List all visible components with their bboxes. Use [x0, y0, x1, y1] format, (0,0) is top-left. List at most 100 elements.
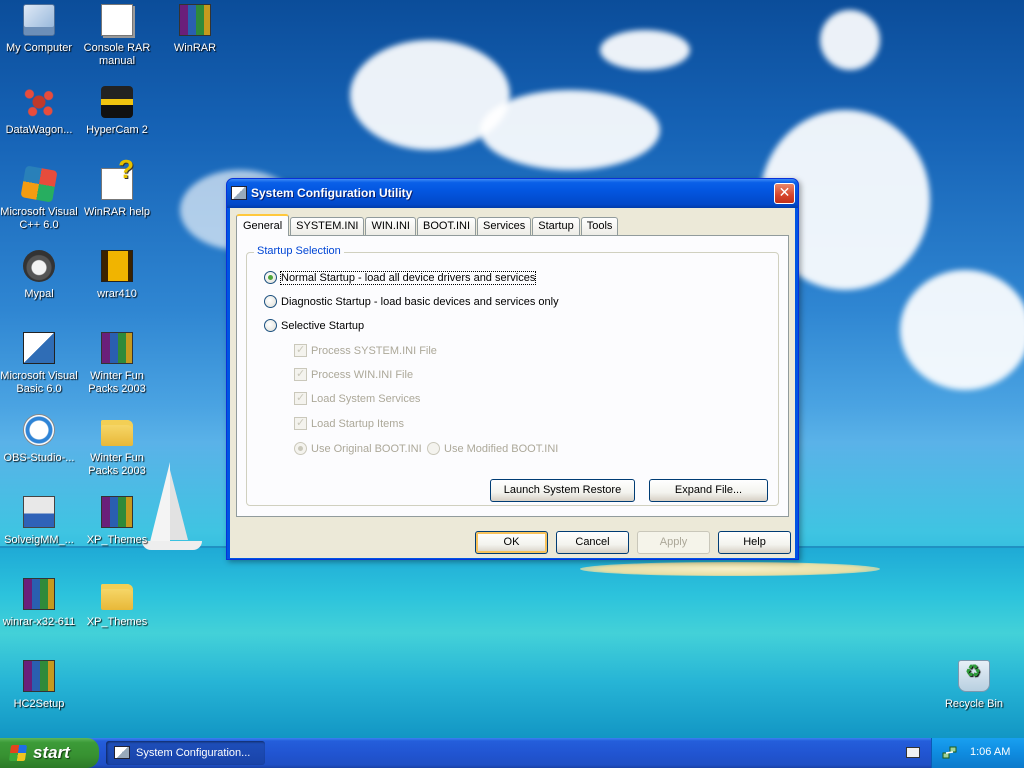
tab-boot-ini[interactable]: BOOT.INI	[416, 217, 477, 236]
diagnostic-startup-radio[interactable]	[264, 295, 277, 308]
desktop-icon-label: My Computer	[5, 42, 73, 54]
desktop-icon-label: XP_Themes	[86, 534, 148, 546]
book-icon	[101, 250, 133, 282]
windows-logo-icon	[8, 745, 28, 761]
tab-services[interactable]: Services	[477, 217, 532, 236]
load-startup-items-checkbox	[294, 416, 307, 430]
winrar-archive-icon	[101, 332, 133, 364]
use-modified-boot-ini-label: Use Modified BOOT.INI	[444, 442, 559, 455]
system-configuration-window[interactable]: System Configuration Utility ✕ General S…	[226, 178, 799, 560]
use-original-boot-ini-radio	[294, 442, 307, 455]
desktop-icon-label: HC2Setup	[13, 698, 65, 710]
window-titlebar[interactable]: System Configuration Utility ✕	[227, 179, 798, 208]
process-win-ini-option: Process WIN.INI File	[294, 367, 414, 381]
desktop-icon-xp-themes-archive[interactable]: XP_Themes	[78, 496, 156, 547]
desktop-icon-wrar410[interactable]: wrar410	[78, 250, 156, 301]
desktop-icon-label: OBS-Studio-...	[3, 452, 75, 464]
desktop-icon-label: winrar-x32-611	[2, 616, 76, 628]
msconfig-app-icon	[231, 186, 247, 200]
text-document-icon	[101, 4, 133, 36]
help-file-icon	[101, 163, 134, 200]
wallpaper-sandbar	[580, 562, 880, 576]
desktop-icon-visual-basic[interactable]: Microsoft Visual Basic 6.0	[0, 332, 78, 396]
winrar-archive-icon	[23, 578, 55, 610]
tab-win-ini[interactable]: WIN.INI	[365, 217, 416, 236]
desktop-icon-winrar-help[interactable]: WinRAR help	[78, 163, 156, 219]
close-icon: ✕	[778, 185, 791, 201]
winrar-archive-icon	[101, 496, 133, 528]
process-system-ini-checkbox	[294, 343, 307, 357]
desktop-icon-recycle-bin[interactable]: Recycle Bin	[935, 660, 1013, 711]
process-win-ini-label: Process WIN.INI File	[311, 368, 414, 381]
desktop-icon-mypal[interactable]: Mypal	[0, 250, 78, 301]
desktop-icon-label: DataWagon...	[5, 124, 73, 136]
desktop-icon-obs-studio[interactable]: OBS-Studio-...	[0, 414, 78, 465]
selective-startup-radio[interactable]	[264, 319, 277, 332]
normal-startup-radio[interactable]	[264, 271, 277, 284]
camera-icon	[101, 86, 133, 118]
taskbar: start System Configuration... 1:06 AM	[0, 738, 1024, 768]
close-button[interactable]: ✕	[774, 183, 795, 204]
clock[interactable]: 1:06 AM	[970, 746, 1010, 758]
desktop-icon-label: Console RAR manual	[83, 42, 151, 67]
desktop-icon-winrar[interactable]: WinRAR	[156, 4, 234, 55]
setup-icon	[23, 660, 55, 692]
desktop-icon-hypercam[interactable]: HyperCam 2	[78, 86, 156, 137]
help-button[interactable]: Help	[718, 531, 791, 554]
startup-selection-title: Startup Selection	[254, 245, 344, 257]
desktop-icon-datawagon[interactable]: DataWagon...	[0, 86, 78, 137]
launch-system-restore-button[interactable]: Launch System Restore	[490, 479, 635, 502]
normal-startup-option[interactable]: Normal Startup - load all device drivers…	[264, 270, 537, 285]
visual-cpp-icon	[20, 165, 58, 203]
tab-general[interactable]: General	[236, 214, 290, 236]
desktop-icon-hc2setup[interactable]: HC2Setup	[0, 660, 78, 711]
taskbar-button-system-configuration[interactable]: System Configuration...	[106, 741, 265, 765]
desktop-icon-label: Mypal	[24, 288, 54, 300]
start-label: start	[33, 743, 70, 762]
selective-startup-option[interactable]: Selective Startup	[264, 319, 364, 332]
desktop-icon-winrar-x32[interactable]: winrar-x32-611	[0, 578, 78, 629]
load-system-services-checkbox	[294, 391, 307, 405]
apply-button[interactable]: Apply	[637, 531, 710, 554]
ok-button[interactable]: OK	[475, 531, 548, 554]
desktop-icon-xp-themes-folder[interactable]: XP_Themes	[78, 578, 156, 629]
desktop-icon-winter-fun-packs-archive[interactable]: Winter Fun Packs 2003	[78, 332, 156, 396]
normal-startup-label: Normal Startup - load all device drivers…	[279, 270, 537, 285]
recycle-bin-icon	[958, 660, 990, 692]
desktop-icon-console-rar-manual[interactable]: Console RAR manual	[78, 4, 156, 68]
desktop-icon-label: Microsoft Visual C++ 6.0	[0, 206, 78, 231]
wallpaper-cloud	[900, 270, 1024, 390]
process-win-ini-checkbox	[294, 367, 307, 381]
tab-tools[interactable]: Tools	[580, 217, 619, 236]
desktop-icon-solveigmm[interactable]: SolveigMM_...	[0, 496, 78, 547]
process-system-ini-option: Process SYSTEM.INI File	[294, 343, 437, 357]
window-title: System Configuration Utility	[251, 186, 413, 200]
msconfig-app-icon	[114, 746, 130, 759]
wallpaper-sea	[0, 548, 1024, 738]
wallpaper-cloud	[600, 30, 690, 70]
load-startup-items-option: Load Startup Items	[294, 416, 404, 430]
desktop-icon-label: Recycle Bin	[944, 698, 1004, 710]
expand-file-button[interactable]: Expand File...	[649, 479, 768, 502]
desktop-icon-label: Microsoft Visual Basic 6.0	[0, 370, 78, 395]
tab-system-ini[interactable]: SYSTEM.INI	[290, 217, 365, 236]
start-button[interactable]: start	[0, 738, 99, 768]
desktop-icon-label: SolveigMM_...	[4, 534, 74, 546]
diagnostic-startup-option[interactable]: Diagnostic Startup - load basic devices …	[264, 295, 559, 308]
cancel-button[interactable]: Cancel	[556, 531, 629, 554]
process-system-ini-label: Process SYSTEM.INI File	[311, 344, 437, 357]
network-icon[interactable]	[942, 745, 958, 761]
tab-startup[interactable]: Startup	[532, 217, 580, 236]
visual-basic-icon	[23, 332, 55, 364]
folder-icon	[101, 584, 133, 610]
desktop-icon-label: WinRAR help	[83, 206, 151, 218]
keyboard-icon[interactable]	[906, 747, 920, 758]
desktop-icon-my-computer[interactable]: My Computer	[0, 4, 78, 55]
desktop-icon-winter-fun-packs-folder[interactable]: Winter Fun Packs 2003	[78, 414, 156, 478]
load-startup-items-label: Load Startup Items	[311, 417, 404, 430]
desktop-icon-visual-cpp[interactable]: Microsoft Visual C++ 6.0	[0, 165, 78, 232]
molecule-icon	[23, 86, 55, 118]
installer-icon	[23, 496, 55, 528]
tab-strip: General SYSTEM.INI WIN.INI BOOT.INI Serv…	[236, 214, 619, 236]
desktop-icon-label: WinRAR	[173, 42, 217, 54]
